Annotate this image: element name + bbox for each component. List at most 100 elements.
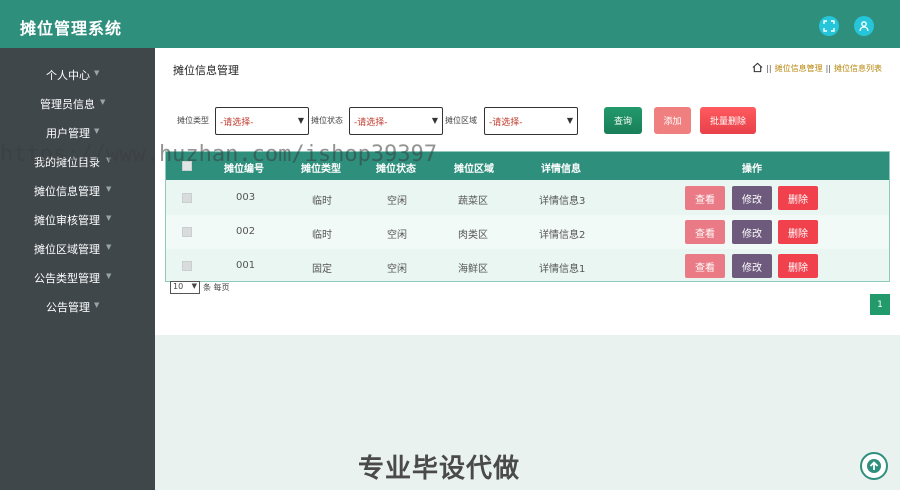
select-value: 10: [173, 282, 184, 291]
per-page-label: 条 每页: [203, 283, 230, 292]
page-title: 摊位信息管理: [173, 64, 239, 77]
row-checkbox[interactable]: [182, 227, 192, 237]
sidebar-item-label: 公告类型管理: [34, 272, 100, 285]
breadcrumb-separator: ||: [825, 64, 831, 73]
cell-type: 临时: [312, 196, 332, 207]
sidebar-item-label: 摊位信息管理: [34, 185, 100, 198]
cell-code: 001: [236, 260, 256, 271]
cell-detail: 详情信息3: [539, 196, 586, 207]
cell-area: 肉类区: [458, 230, 488, 241]
sidebar-item-label: 公告管理: [46, 301, 90, 314]
sidebar-item-label: 管理员信息: [40, 98, 95, 111]
chevron-down-icon: ▼: [106, 156, 112, 164]
select-all-checkbox[interactable]: [182, 161, 192, 171]
cell-type: 固定: [312, 264, 332, 275]
filter-select-type[interactable]: -请选择- ▼: [215, 107, 309, 135]
select-value: -请选择-: [220, 117, 254, 128]
breadcrumb-separator: ||: [766, 64, 772, 73]
sidebar-item-admin[interactable]: 管理员信息 ▼: [0, 89, 155, 118]
app-title: 摊位管理系统: [20, 19, 123, 38]
delete-button[interactable]: 删除: [778, 186, 818, 210]
sidebar-item-notice-type[interactable]: 公告类型管理 ▼: [0, 263, 155, 292]
select-value: -请选择-: [354, 117, 388, 128]
add-button[interactable]: 添加: [654, 107, 691, 134]
column-header: 摊位区域: [454, 164, 494, 175]
sidebar-item-stall-review[interactable]: 摊位审核管理 ▼: [0, 205, 155, 234]
row-checkbox[interactable]: [182, 261, 192, 271]
chevron-down-icon: ▼: [106, 185, 112, 193]
sidebar-item-notices[interactable]: 公告管理 ▼: [0, 292, 155, 321]
sidebar-item-label: 我的摊位目录: [34, 156, 100, 169]
main-panel: 摊位信息管理 || 摊位信息管理 || 摊位信息列表 摊位类型 -请选择- ▼ 摊…: [155, 48, 900, 335]
cell-status: 空闲: [387, 230, 407, 241]
pager: 10 ▼ 条 每页: [170, 281, 230, 294]
filter-select-status[interactable]: -请选择- ▼: [349, 107, 443, 135]
row-checkbox[interactable]: [182, 193, 192, 203]
cell-status: 空闲: [387, 264, 407, 275]
chevron-down-icon: ▼: [106, 243, 112, 251]
cell-type: 临时: [312, 230, 332, 241]
fullscreen-icon[interactable]: [819, 16, 839, 36]
sidebar-item-my-stalls[interactable]: 我的摊位目录 ▼: [0, 147, 155, 176]
view-button[interactable]: 查看: [685, 186, 725, 210]
sidebar-item-label: 个人中心: [46, 69, 90, 82]
column-header: 操作: [742, 164, 762, 175]
promo-text: 专业毕设代做: [358, 454, 521, 484]
home-icon[interactable]: [752, 62, 763, 75]
chevron-down-icon: ▼: [191, 282, 197, 290]
filter-select-area[interactable]: -请选择- ▼: [484, 107, 578, 135]
edit-button[interactable]: 修改: [732, 220, 772, 244]
sidebar-item-label: 用户管理: [46, 127, 90, 140]
table-header: 摊位编号 摊位类型 摊位状态 摊位区域 详情信息 操作: [166, 152, 889, 180]
view-button[interactable]: 查看: [685, 220, 725, 244]
sidebar-item-label: 摊位区域管理: [34, 243, 100, 256]
query-button[interactable]: 查询: [604, 107, 642, 134]
sidebar-item-profile[interactable]: 个人中心 ▼: [0, 60, 155, 89]
cell-detail: 详情信息2: [539, 230, 586, 241]
chevron-down-icon: ▼: [94, 127, 100, 135]
sidebar: 个人中心 ▼ 管理员信息 ▼ 用户管理 ▼ 我的摊位目录 ▼ 摊位信息管理 ▼ …: [0, 48, 155, 490]
breadcrumb-item[interactable]: 摊位信息管理: [775, 63, 823, 74]
chevron-down-icon: ▼: [94, 301, 100, 309]
delete-button[interactable]: 删除: [778, 220, 818, 244]
filter-label-status: 摊位状态: [311, 116, 343, 125]
sidebar-item-label: 摊位审核管理: [34, 214, 100, 227]
chevron-down-icon: ▼: [566, 116, 573, 125]
stall-table: 摊位编号 摊位类型 摊位状态 摊位区域 详情信息 操作 003 临时 空闲 蔬菜…: [165, 151, 890, 282]
breadcrumb: || 摊位信息管理 || 摊位信息列表: [752, 62, 882, 75]
cell-area: 蔬菜区: [458, 196, 488, 207]
delete-button[interactable]: 删除: [778, 254, 818, 278]
chevron-down-icon: ▼: [431, 116, 438, 125]
chevron-down-icon: ▼: [100, 98, 106, 106]
column-header: 摊位编号: [224, 164, 264, 175]
edit-button[interactable]: 修改: [732, 254, 772, 278]
arrow-up-icon: [867, 459, 881, 473]
cell-code: 003: [236, 192, 256, 203]
column-header: 摊位状态: [376, 164, 416, 175]
edit-button[interactable]: 修改: [732, 186, 772, 210]
cell-detail: 详情信息1: [539, 264, 586, 275]
table-row: 002 临时 空闲 肉类区 详情信息2 查看 修改 删除: [166, 215, 889, 249]
sidebar-item-users[interactable]: 用户管理 ▼: [0, 118, 155, 147]
filter-label-area: 摊位区域: [445, 116, 477, 125]
batch-delete-button[interactable]: 批量删除: [700, 107, 756, 134]
filter-label-type: 摊位类型: [177, 116, 209, 125]
column-header: 详情信息: [541, 164, 581, 175]
top-bar: 摊位管理系统: [0, 0, 900, 48]
chevron-down-icon: ▼: [106, 272, 112, 280]
column-header: 摊位类型: [301, 164, 341, 175]
table-row: 003 临时 空闲 蔬菜区 详情信息3 查看 修改 删除: [166, 181, 889, 215]
cell-area: 海鲜区: [458, 264, 488, 275]
breadcrumb-item: 摊位信息列表: [834, 64, 882, 73]
page-button-current[interactable]: 1: [870, 294, 890, 315]
select-value: -请选择-: [489, 117, 523, 128]
chevron-down-icon: ▼: [297, 116, 304, 125]
cell-code: 002: [236, 226, 256, 237]
view-button[interactable]: 查看: [685, 254, 725, 278]
cell-status: 空闲: [387, 196, 407, 207]
sidebar-item-stall-area[interactable]: 摊位区域管理 ▼: [0, 234, 155, 263]
back-to-top-button[interactable]: [860, 452, 888, 480]
page-size-select[interactable]: 10 ▼: [170, 281, 200, 294]
user-icon[interactable]: [854, 16, 874, 36]
sidebar-item-stall-info[interactable]: 摊位信息管理 ▼: [0, 176, 155, 205]
